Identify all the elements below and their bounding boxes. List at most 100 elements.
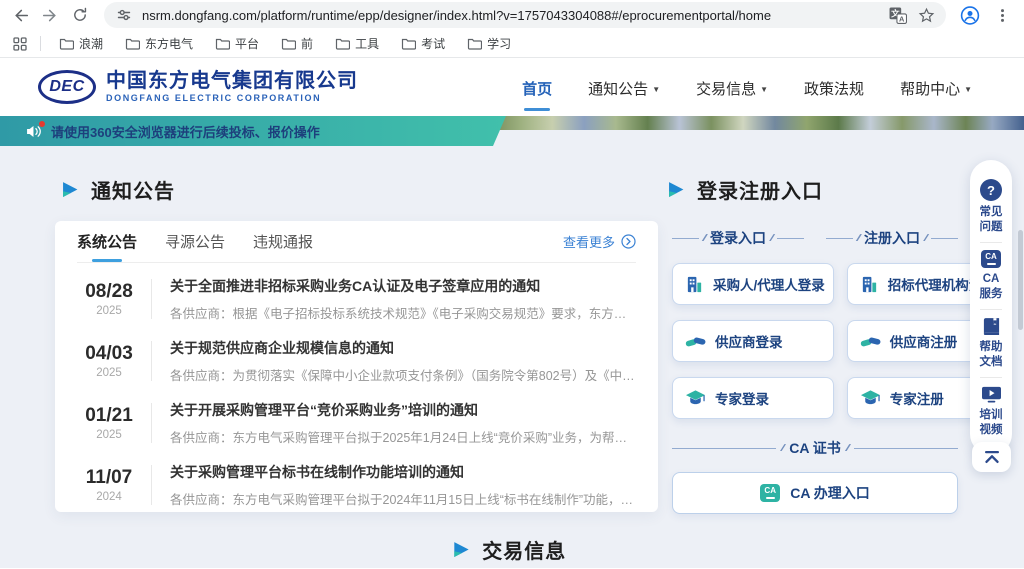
ca-badge-icon: CA — [760, 484, 780, 502]
bookmarks-bar: 浪潮 东方电气 平台 前 工具 考试 学习 — [0, 30, 1024, 58]
notice-list: 08/28 2025 关于全面推进非招标采购业务CA认证及电子签章应用的通知 各… — [77, 263, 636, 516]
ca-cert-label: ∕∕ CA 证书 ∕∕ — [672, 438, 958, 458]
tab-sourcing-notices[interactable]: 寻源公告 — [165, 221, 225, 262]
tab-system-notices[interactable]: 系统公告 — [77, 221, 137, 262]
bookmark-label: 浪潮 — [79, 35, 103, 52]
notice-row[interactable]: 08/28 2025 关于全面推进非招标采购业务CA认证及电子签章应用的通知 各… — [77, 268, 636, 330]
bookmark-folder-pingtai[interactable]: 平台 — [207, 33, 267, 54]
notice-desc: 各供应商：根据《电子招标投标系统技术规范》《电子采购交易规范》要求，东方电气采购… — [170, 303, 636, 322]
divider — [151, 403, 152, 443]
notice-title[interactable]: 关于规范供应商企业规模信息的通知 — [170, 338, 636, 358]
browser-notice-banner: 请使用360安全浏览器进行后续投标、报价操作 — [0, 116, 506, 146]
apps-grid-icon[interactable] — [10, 34, 30, 54]
notice-row[interactable]: 04/03 2025 关于规范供应商企业规模信息的通知 各供应商：为贯彻落实《保… — [77, 330, 636, 392]
bookmark-label: 工具 — [355, 35, 379, 52]
company-name-en: DONGFANG ELECTRIC CORPORATION — [106, 93, 358, 103]
video-icon — [981, 385, 1002, 404]
login-entry-label: ∕∕ 登录入口 ∕∕ — [672, 228, 804, 248]
tab-violation-reports[interactable]: 违规通报 — [253, 221, 313, 262]
graduation-cap-icon — [860, 389, 881, 407]
nav-item-notices[interactable]: 通知公告 ▼ — [588, 70, 660, 105]
bookmark-folder-langchao[interactable]: 浪潮 — [51, 33, 111, 54]
bookmark-star-icon[interactable] — [916, 5, 936, 25]
login-section-header: 登录注册入口 — [668, 175, 823, 204]
section-arrow-icon — [668, 181, 685, 198]
page: DEC 中国东方电气集团有限公司 DONGFANG ELECTRIC CORPO… — [0, 58, 1024, 568]
site-header: DEC 中国东方电气集团有限公司 DONGFANG ELECTRIC CORPO… — [0, 58, 1024, 116]
dec-logo-icon: DEC — [38, 70, 96, 104]
profile-avatar-icon[interactable] — [960, 5, 980, 25]
faq-tool[interactable]: ? 常见问题 — [979, 172, 1004, 242]
bookmark-label: 前 — [301, 35, 313, 52]
site-logo[interactable]: DEC 中国东方电气集团有限公司 DONGFANG ELECTRIC CORPO… — [38, 70, 358, 104]
notice-title[interactable]: 关于采购管理平台标书在线制作功能培训的通知 — [170, 462, 636, 482]
main-nav: 首页 通知公告 ▼ 交易信息 ▼ 政策法规 帮助中心 ▼ — [522, 70, 972, 105]
site-settings-icon[interactable] — [114, 5, 134, 25]
handshake-icon — [685, 333, 706, 350]
forward-icon[interactable] — [40, 5, 60, 25]
question-icon: ? — [980, 179, 1002, 201]
collapse-up-icon — [983, 450, 1001, 464]
ca-service-tool[interactable]: CA CA服务 — [979, 243, 1004, 309]
bookmark-folder-xuexi[interactable]: 学习 — [459, 33, 519, 54]
section-title: 通知公告 — [91, 175, 175, 204]
bookmark-folder-qian[interactable]: 前 — [273, 33, 321, 54]
bookmarks-separator — [40, 36, 41, 51]
nav-item-policies[interactable]: 政策法规 — [804, 70, 864, 105]
purchaser-agent-login-button[interactable]: 采购人/代理人登录 — [672, 263, 834, 305]
notice-date: 08/28 — [77, 281, 141, 303]
trade-section-header: 交易信息 — [453, 535, 566, 564]
expert-login-button[interactable]: 专家登录 — [672, 377, 834, 419]
browser-toolbar: nsrm.dongfang.com/platform/runtime/epp/d… — [0, 0, 1024, 30]
notice-year: 2025 — [77, 367, 141, 379]
divider — [151, 341, 152, 381]
section-arrow-icon — [453, 541, 470, 558]
hero-banner-image — [494, 116, 1024, 130]
notice-year: 2024 — [77, 491, 141, 503]
bookmark-label: 考试 — [421, 35, 445, 52]
bookmark-folder-dongfang[interactable]: 东方电气 — [117, 33, 201, 54]
supplier-login-button[interactable]: 供应商登录 — [672, 320, 834, 362]
login-panel: ∕∕ 登录入口 ∕∕ ∕∕ 注册入口 ∕∕ 采购人/代理人登录 招标代理机构注册… — [672, 228, 958, 514]
back-icon[interactable] — [10, 5, 30, 25]
divider — [151, 465, 152, 505]
help-docs-tool[interactable]: 帮助文档 — [979, 310, 1004, 377]
notices-section-header: 通知公告 — [62, 175, 175, 204]
translate-icon[interactable]: 文A — [888, 5, 908, 25]
circle-chevron-icon — [621, 234, 636, 249]
notice-year: 2025 — [77, 429, 141, 441]
view-more-link[interactable]: 查看更多 — [563, 232, 636, 251]
bookmark-folder-gongju[interactable]: 工具 — [327, 33, 387, 54]
training-videos-tool[interactable]: 培训视频 — [979, 378, 1004, 445]
notification-dot — [39, 121, 45, 127]
chevron-down-icon: ▼ — [760, 85, 768, 94]
nav-item-trade-info[interactable]: 交易信息 ▼ — [696, 70, 768, 105]
bookmark-label: 平台 — [235, 35, 259, 52]
address-bar[interactable]: nsrm.dongfang.com/platform/runtime/epp/d… — [104, 2, 946, 28]
browser-menu-icon[interactable] — [992, 5, 1012, 25]
handshake-icon — [860, 333, 881, 350]
nav-item-help-center[interactable]: 帮助中心 ▼ — [900, 70, 972, 105]
speaker-icon — [26, 124, 42, 139]
notice-desc: 各供应商：东方电气采购管理平台拟于2024年11月15日上线“标书在线制作”功能… — [170, 489, 636, 508]
section-arrow-icon — [62, 181, 79, 198]
svg-text:A: A — [899, 14, 905, 23]
notices-card: 系统公告 寻源公告 违规通报 查看更多 08/28 2025 关于全面推进非招标… — [55, 221, 658, 512]
floating-side-toolbar: ? 常见问题 CA CA服务 帮助文档 培训视频 — [970, 160, 1012, 455]
nav-item-home[interactable]: 首页 — [522, 70, 552, 105]
bookmark-folder-kaoshi[interactable]: 考试 — [393, 33, 453, 54]
url-text[interactable]: nsrm.dongfang.com/platform/runtime/epp/d… — [142, 8, 880, 23]
banner-text: 请使用360安全浏览器进行后续投标、报价操作 — [51, 122, 320, 141]
notice-row[interactable]: 11/07 2024 关于采购管理平台标书在线制作功能培训的通知 各供应商：东方… — [77, 454, 636, 516]
notice-row[interactable]: 01/21 2025 关于开展采购管理平台“竞价采购业务”培训的通知 各供应商：… — [77, 392, 636, 454]
ca-apply-button[interactable]: CA CA 办理入口 — [672, 472, 958, 514]
section-title: 登录注册入口 — [697, 175, 823, 204]
ca-icon: CA — [981, 250, 1001, 268]
reload-icon[interactable] — [70, 5, 90, 25]
notice-date: 04/03 — [77, 343, 141, 365]
notice-title[interactable]: 关于全面推进非招标采购业务CA认证及电子签章应用的通知 — [170, 276, 636, 296]
page-scrollbar[interactable] — [1018, 230, 1023, 330]
collapse-toolbar-button[interactable] — [972, 442, 1011, 472]
notice-title[interactable]: 关于开展采购管理平台“竞价采购业务”培训的通知 — [170, 400, 636, 420]
chevron-down-icon: ▼ — [964, 85, 972, 94]
